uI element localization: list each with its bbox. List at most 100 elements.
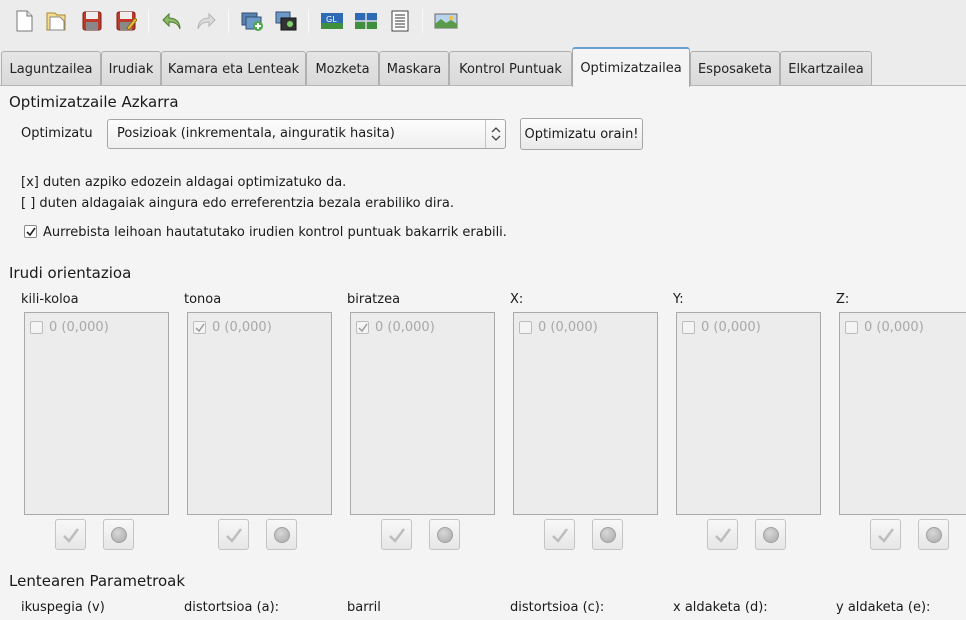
- checkmark-icon: [388, 527, 405, 543]
- gl-label: GL: [326, 15, 337, 24]
- select-none-button[interactable]: [918, 519, 949, 550]
- circle-icon: [436, 526, 453, 543]
- checkmark-icon: [358, 323, 368, 333]
- lens-heading: Lentearen Parametroak: [9, 572, 186, 590]
- tab-laguntzailea[interactable]: Laguntzailea: [1, 51, 101, 86]
- circle-icon: [599, 526, 616, 543]
- column-label-y: Y:: [673, 292, 684, 307]
- select-none-button[interactable]: [266, 519, 297, 550]
- tab-optimizatzailea[interactable]: Optimizatzailea: [572, 47, 690, 87]
- optimize-now-button[interactable]: Optimizatu orain!: [520, 118, 643, 150]
- list-item[interactable]: 0 (0,000): [30, 320, 109, 335]
- list-item-label: 0 (0,000): [212, 320, 272, 335]
- list-item-label: 0 (0,000): [49, 320, 109, 335]
- select-none-button[interactable]: [103, 519, 134, 550]
- checkmark-icon: [225, 527, 242, 543]
- item-checkbox[interactable]: [30, 321, 43, 334]
- select-all-button[interactable]: [55, 519, 86, 550]
- item-checkbox[interactable]: [845, 321, 858, 334]
- optimize-combo[interactable]: Posizioak (inkrementala, ainguratik hasi…: [107, 119, 506, 149]
- optimize-label: Optimizatu: [21, 126, 93, 141]
- listbox-kili-koloa[interactable]: 0 (0,000): [24, 312, 169, 515]
- checkmark-icon: [714, 527, 731, 543]
- list-item[interactable]: 0 (0,000): [682, 320, 761, 335]
- column-label-biratzea: biratzea: [347, 292, 401, 307]
- select-none-button[interactable]: [592, 519, 623, 550]
- lens-column-label: barril: [347, 600, 381, 615]
- listbox-z[interactable]: 0 (0,000): [839, 312, 966, 515]
- list-item-label: 0 (0,000): [538, 320, 598, 335]
- preview-icon[interactable]: [352, 7, 380, 35]
- toolbar-separator: [308, 9, 309, 33]
- tab-mozketa[interactable]: Mozketa: [306, 51, 379, 86]
- lens-column-label: distortsioa (c):: [510, 600, 605, 615]
- orientation-heading: Irudi orientazioa: [9, 264, 132, 282]
- list-icon[interactable]: [386, 7, 414, 35]
- listbox-y[interactable]: 0 (0,000): [676, 312, 821, 515]
- circle-icon: [925, 526, 942, 543]
- optimizer-heading: Optimizatzaile Azkarra: [9, 93, 179, 111]
- item-checkbox[interactable]: [356, 321, 369, 334]
- checkmark-icon: [877, 527, 894, 543]
- circle-icon: [110, 526, 127, 543]
- toolbar: GL: [0, 0, 966, 42]
- list-item-label: 0 (0,000): [375, 320, 435, 335]
- circle-icon: [273, 526, 290, 543]
- item-checkbox[interactable]: [519, 321, 532, 334]
- save-as-icon[interactable]: [112, 7, 140, 35]
- lens-column-label: distortsioa (a):: [184, 600, 280, 615]
- select-all-button[interactable]: [218, 519, 249, 550]
- save-icon[interactable]: [78, 7, 106, 35]
- list-item[interactable]: 0 (0,000): [519, 320, 598, 335]
- select-none-button[interactable]: [755, 519, 786, 550]
- preview-only-checkbox[interactable]: [24, 225, 37, 238]
- lens-column-label: y aldaketa (e):: [836, 600, 931, 615]
- redo-icon[interactable]: [192, 7, 220, 35]
- tab-elkartzailea[interactable]: Elkartzailea: [780, 51, 872, 86]
- panorama-icon[interactable]: [432, 7, 460, 35]
- select-all-button[interactable]: [707, 519, 738, 550]
- tab-maskara[interactable]: Maskara: [379, 51, 449, 86]
- toolbar-separator: [422, 9, 423, 33]
- list-item[interactable]: 0 (0,000): [845, 320, 924, 335]
- list-item[interactable]: 0 (0,000): [193, 320, 272, 335]
- info-text-2: [ ] duten aldagaiak aingura edo errefere…: [21, 196, 454, 211]
- list-item-label: 0 (0,000): [701, 320, 761, 335]
- chevron-updown-icon: [485, 120, 505, 148]
- listbox-biratzea[interactable]: 0 (0,000): [350, 312, 495, 515]
- checkmark-icon: [195, 323, 205, 333]
- undo-icon[interactable]: [158, 7, 186, 35]
- list-item[interactable]: 0 (0,000): [356, 320, 435, 335]
- list-item-label: 0 (0,000): [864, 320, 924, 335]
- checkmark-icon: [62, 527, 79, 543]
- column-label-z: Z:: [836, 292, 850, 307]
- item-checkbox[interactable]: [682, 321, 695, 334]
- toolbar-separator: [228, 9, 229, 33]
- listbox-tonoa[interactable]: 0 (0,000): [187, 312, 332, 515]
- select-all-button[interactable]: [381, 519, 412, 550]
- add-images-icon[interactable]: [238, 7, 266, 35]
- optimize-combo-value: Posizioak (inkrementala, ainguratik hasi…: [117, 126, 395, 141]
- checkmark-icon: [26, 227, 36, 237]
- tab-kontrol-puntuak[interactable]: Kontrol Puntuak: [449, 51, 572, 86]
- gl-preview-icon[interactable]: GL: [318, 7, 346, 35]
- column-label-kili-koloa: kili-koloa: [21, 292, 79, 307]
- circle-icon: [762, 526, 779, 543]
- column-label-x: X:: [510, 292, 524, 307]
- new-file-icon[interactable]: [10, 7, 38, 35]
- tab-bar: Laguntzailea Irudiak Kamara eta Lenteak …: [0, 47, 966, 87]
- tab-kamara-eta-lenteak[interactable]: Kamara eta Lenteak: [161, 51, 306, 86]
- select-all-button[interactable]: [870, 519, 901, 550]
- tab-irudiak[interactable]: Irudiak: [101, 51, 161, 86]
- select-none-button[interactable]: [429, 519, 460, 550]
- column-label-tonoa: tonoa: [184, 292, 222, 307]
- info-text-1: [x] duten azpiko edozein aldagai optimiz…: [21, 175, 347, 190]
- select-all-button[interactable]: [544, 519, 575, 550]
- listbox-x[interactable]: 0 (0,000): [513, 312, 658, 515]
- preview-only-label: Aurrebista leihoan hautatutako irudien k…: [43, 225, 507, 240]
- open-file-icon[interactable]: [42, 7, 70, 35]
- lens-column-label: ikuspegia (v): [21, 600, 105, 615]
- add-control-points-icon[interactable]: [272, 7, 300, 35]
- item-checkbox[interactable]: [193, 321, 206, 334]
- tab-esposaketa[interactable]: Esposaketa: [690, 51, 780, 86]
